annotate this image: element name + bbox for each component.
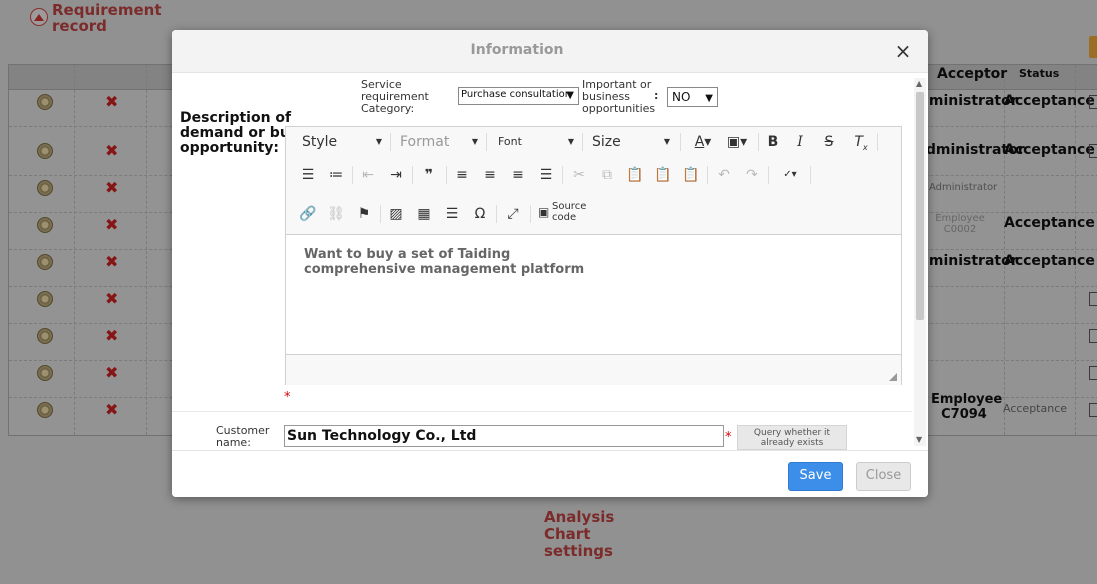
save-button[interactable]: Save — [788, 462, 843, 491]
scroll-down-icon[interactable]: ▼ — [916, 436, 922, 444]
justify-icon[interactable]: ☰ — [535, 164, 557, 186]
blockquote-icon[interactable]: ❞ — [418, 164, 440, 186]
source-code-icon: ▣ — [538, 205, 550, 219]
paste-text-icon[interactable]: 📋 — [652, 164, 674, 186]
dialog-body: Service requirement Category: Purchase c… — [172, 73, 928, 450]
paste-word-icon[interactable]: 📋 — [680, 164, 702, 186]
information-dialog: Information × Service requirement Catego… — [172, 30, 928, 497]
required-mark: * — [725, 430, 732, 445]
service-category-value: Purchase consultation — [461, 89, 572, 100]
service-category-select[interactable]: Purchase consultation ▼ — [458, 87, 579, 105]
resize-handle-icon[interactable] — [889, 373, 897, 381]
anchor-flag-icon[interactable]: ⚑ — [353, 203, 375, 225]
cut-icon[interactable]: ✂ — [568, 164, 590, 186]
rich-text-editor: Style ▼ Format ▼ Font ▼ Size ▼ A▾ ▣▾ B I… — [285, 126, 902, 385]
copy-icon[interactable]: ⧉ — [596, 164, 618, 186]
spellcheck-icon[interactable]: ✓▾ — [776, 164, 804, 186]
maximize-icon[interactable]: ⤢ — [502, 203, 524, 225]
unlink-icon[interactable]: ⛓ — [325, 203, 347, 225]
format-dropdown[interactable]: Format ▼ — [400, 131, 480, 153]
important-colon: : — [654, 89, 659, 102]
service-category-label: Service requirement Category: — [361, 78, 429, 115]
increase-indent-icon[interactable]: ⇥ — [385, 164, 407, 186]
text-color-icon[interactable]: A▾ — [688, 131, 718, 153]
align-left-icon[interactable]: ≡ — [451, 164, 473, 186]
important-select[interactable]: NO ▼ — [667, 87, 718, 107]
query-exists-button[interactable]: Query whether it already exists — [737, 425, 847, 450]
align-center-icon[interactable]: ≡ — [479, 164, 501, 186]
close-button[interactable]: Close — [856, 462, 911, 491]
bulleted-list-icon[interactable]: ≔ — [325, 164, 347, 186]
special-character-icon[interactable]: Ω — [469, 203, 491, 225]
style-dropdown-label: Style — [302, 134, 338, 150]
source-code-button[interactable]: ▣ Source code — [536, 201, 592, 223]
dropdown-arrow-icon: ▼ — [705, 93, 713, 104]
customer-name-label: Customer name: — [216, 424, 270, 449]
italic-icon[interactable]: I — [789, 131, 811, 153]
scroll-up-icon[interactable]: ▲ — [916, 80, 922, 88]
dialog-header: Information × — [172, 30, 928, 73]
dialog-title: Information — [470, 42, 564, 58]
source-code-label: Source code — [552, 201, 587, 223]
dialog-footer: Save Close — [172, 450, 928, 497]
decrease-indent-icon[interactable]: ⇤ — [357, 164, 379, 186]
table-icon[interactable]: ▦ — [413, 203, 435, 225]
dialog-scrollbar[interactable]: ▲ ▼ — [914, 78, 926, 446]
undo-icon[interactable]: ↶ — [713, 164, 735, 186]
important-value: NO — [672, 90, 691, 104]
dropdown-arrow-icon: ▼ — [566, 90, 574, 101]
align-right-icon[interactable]: ≡ — [507, 164, 529, 186]
background-color-icon[interactable]: ▣▾ — [722, 131, 752, 153]
editor-content[interactable]: Want to buy a set of Taiding comprehensi… — [304, 247, 624, 277]
size-dropdown[interactable]: Size ▼ — [592, 131, 672, 153]
scroll-thumb[interactable] — [916, 92, 924, 320]
required-mark: * — [284, 390, 291, 405]
close-icon[interactable]: × — [894, 41, 912, 61]
image-icon[interactable]: ▨ — [385, 203, 407, 225]
customer-name-input[interactable]: Sun Technology Co., Ltd — [284, 425, 724, 447]
important-label: Important or business opportunities — [582, 78, 656, 115]
size-dropdown-label: Size — [592, 134, 621, 150]
paste-icon[interactable]: 📋 — [624, 164, 646, 186]
remove-format-icon[interactable]: Tx — [850, 131, 872, 153]
style-dropdown[interactable]: Style ▼ — [302, 131, 384, 153]
format-dropdown-label: Format — [400, 134, 450, 150]
font-dropdown[interactable]: Font ▼ — [498, 131, 576, 153]
strikethrough-icon[interactable]: S — [818, 131, 840, 153]
link-icon[interactable]: 🔗 — [297, 203, 319, 225]
bold-icon[interactable]: B — [762, 131, 784, 153]
horizontal-line-icon[interactable]: ☰ — [441, 203, 463, 225]
font-dropdown-label: Font — [498, 135, 522, 148]
editor-status-bar — [286, 354, 901, 385]
editor-toolbar: Style ▼ Format ▼ Font ▼ Size ▼ A▾ ▣▾ B I… — [286, 127, 901, 235]
numbered-list-icon[interactable]: ☰ — [297, 164, 319, 186]
redo-icon[interactable]: ↷ — [741, 164, 763, 186]
